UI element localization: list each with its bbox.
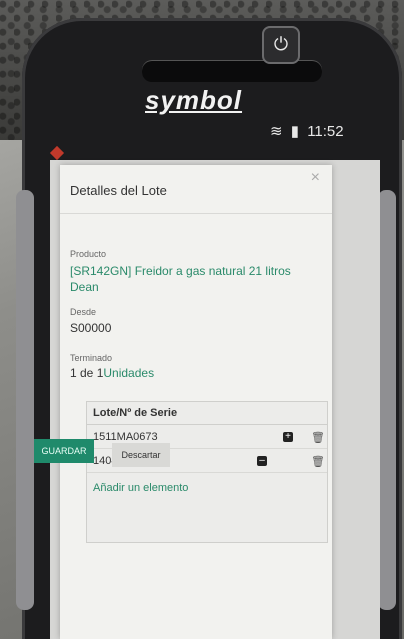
lot-details-modal: Detalles del Lote × Producto [SR142GN] F… (60, 165, 332, 639)
producto-label: Producto (70, 249, 107, 259)
close-icon[interactable]: × (311, 169, 320, 187)
desde-label: Desde (70, 307, 97, 317)
terminado-value: 1 de 1Unidades (70, 366, 154, 380)
table-header-label: Lote/Nº de Serie (93, 407, 178, 419)
trash-icon[interactable]: 🗑 (311, 431, 325, 444)
add-item-link[interactable]: Añadir un elemento (93, 482, 188, 494)
trash-icon[interactable]: 🗑 (311, 455, 325, 468)
save-button[interactable]: GUARDAR (34, 439, 94, 463)
producto-link[interactable]: [SR142GN] Freidor a gas natural 21 litro… (70, 263, 322, 295)
power-icon[interactable]: ⏻ (262, 26, 300, 64)
photo-scene: ⏻ symbol ≋ ▮ 11:52 Detalles del Lote × P… (0, 0, 404, 639)
lot-number: 1511MA0673 (93, 431, 158, 443)
plus-icon[interactable]: + (283, 432, 293, 442)
minus-icon[interactable]: – (257, 456, 267, 466)
status-bar: ≋ ▮ 11:52 (270, 122, 344, 140)
status-time: 11:52 (307, 123, 344, 140)
modal-title: Detalles del Lote (70, 183, 167, 198)
table-header: Lote/Nº de Serie (87, 402, 327, 425)
units-link[interactable]: Unidades (103, 366, 154, 380)
wifi-icon: ≋ (270, 123, 283, 140)
battery-icon: ▮ (290, 123, 300, 140)
terminado-label: Terminado (70, 353, 113, 363)
discard-button[interactable]: Descartar (112, 443, 170, 467)
terminado-count: 1 de 1 (70, 366, 104, 380)
desde-value: S00000 (70, 321, 112, 335)
side-grip-left (16, 190, 34, 610)
modal-header: Detalles del Lote × (60, 165, 332, 214)
lot-serial-table: Lote/Nº de Serie 1511MA0673 + 🗑 1404MA02… (86, 401, 328, 543)
modal-footer (60, 595, 332, 639)
brand-logo: symbol (145, 85, 243, 115)
side-grip-right (378, 190, 396, 610)
